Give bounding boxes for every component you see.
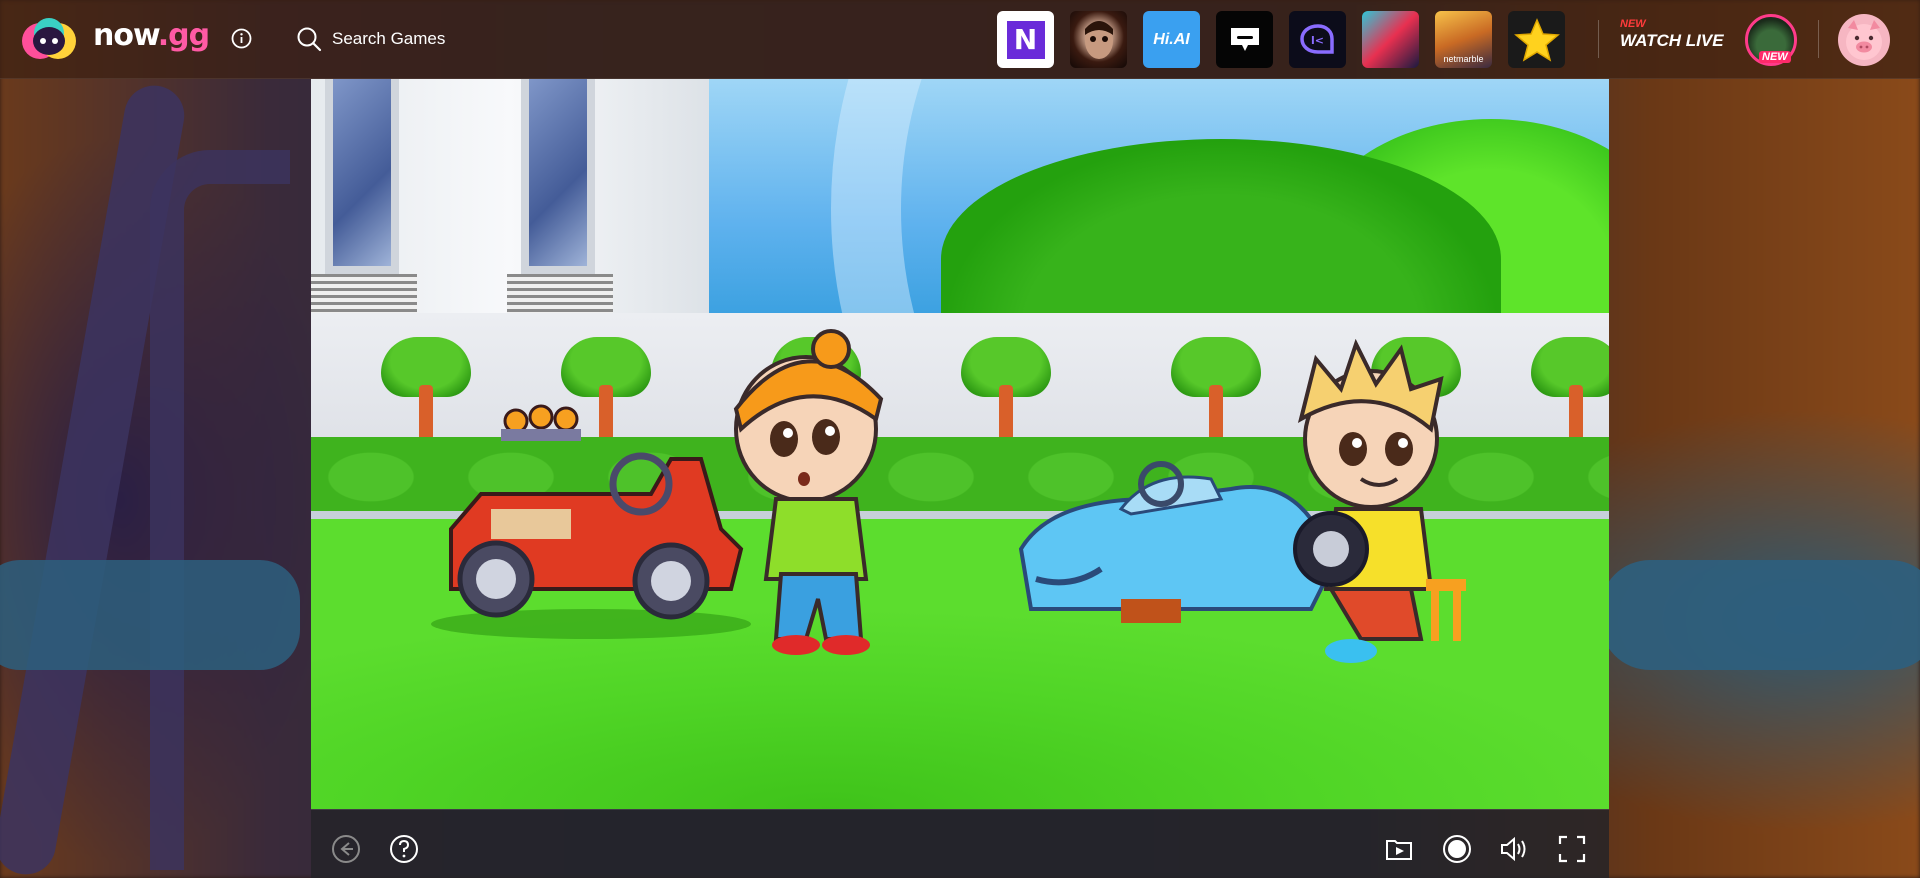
game-tile-star[interactable] <box>1508 11 1565 68</box>
volume-icon <box>1501 836 1526 862</box>
game-tile-netmarble[interactable]: netmarble <box>1435 11 1492 68</box>
fullscreen-icon <box>1558 835 1586 863</box>
building-window <box>521 79 595 274</box>
featured-games-strip: N Hi.AI l< netmarble <box>997 11 1565 68</box>
scene-tree <box>1531 337 1609 447</box>
star-icon <box>1513 17 1560 62</box>
game-tile-pixel-game[interactable] <box>1362 11 1419 68</box>
brand-suffix: .gg <box>157 18 210 53</box>
game-tile-chat-app[interactable] <box>1216 11 1273 68</box>
search-games-box[interactable]: Search Games <box>296 26 445 52</box>
help-button[interactable] <box>389 834 419 864</box>
blonde-boy-character <box>1293 339 1466 663</box>
top-navigation-bar: now.gg Search Games N Hi.AI l< netmarble… <box>0 0 1920 79</box>
back-button[interactable] <box>331 834 361 864</box>
header-divider-2 <box>1818 20 1819 58</box>
game-tile-horror-doll[interactable] <box>1070 11 1127 68</box>
record-button[interactable] <box>1442 834 1472 864</box>
live-new-badge: NEW <box>1759 51 1791 63</box>
search-games-label: Search Games <box>332 29 446 48</box>
game-stream-viewport[interactable] <box>311 79 1609 809</box>
pig-avatar-icon <box>1846 20 1882 60</box>
doll-face-icon <box>1084 20 1113 59</box>
record-icon <box>1443 835 1471 863</box>
header-divider <box>1598 20 1599 58</box>
user-avatar[interactable] <box>1838 14 1890 66</box>
building-vent <box>311 274 417 314</box>
hi-ai-label: Hi.AI <box>1153 30 1190 48</box>
brand-wordmark[interactable]: now.gg <box>93 18 210 53</box>
chat-bubble-icon <box>1230 27 1259 51</box>
building-vent <box>507 274 613 314</box>
info-icon[interactable] <box>231 28 252 49</box>
back-icon <box>332 835 360 863</box>
boy-with-cap-character <box>733 329 884 655</box>
volume-button[interactable] <box>1499 834 1529 864</box>
building-window <box>325 79 399 274</box>
scene-tree <box>961 337 1051 447</box>
watch-live-new-tag: NEW <box>1620 18 1646 30</box>
watch-live-label: WATCH LIVE <box>1620 31 1724 50</box>
game-tile-n-app[interactable]: N <box>997 11 1054 68</box>
brand-name: now <box>93 18 159 53</box>
search-icon <box>297 27 322 52</box>
now-gg-logo-icon[interactable] <box>18 15 80 61</box>
scene-building <box>311 79 709 319</box>
screen-record-icon <box>1386 840 1412 860</box>
game-tile-k-chat[interactable]: l< <box>1289 11 1346 68</box>
fullscreen-button[interactable] <box>1557 834 1587 864</box>
background-seat-left <box>0 560 300 670</box>
game-tile-n-letter: N <box>1006 20 1045 59</box>
scene-tree <box>1171 337 1261 447</box>
game-tile-hi-ai[interactable]: Hi.AI <box>1143 11 1200 68</box>
svg-text:l<: l< <box>1311 34 1324 47</box>
background-seat-right <box>1600 560 1920 670</box>
k-bubble-icon: l< <box>1299 23 1334 54</box>
screen-record-button[interactable] <box>1384 834 1414 864</box>
watch-live-link[interactable]: NEW WATCH LIVE <box>1620 18 1724 51</box>
netmarble-label: netmarble <box>1443 54 1484 64</box>
background-swing-frame <box>150 150 290 870</box>
game-control-bar <box>311 809 1609 878</box>
help-icon <box>390 835 418 863</box>
